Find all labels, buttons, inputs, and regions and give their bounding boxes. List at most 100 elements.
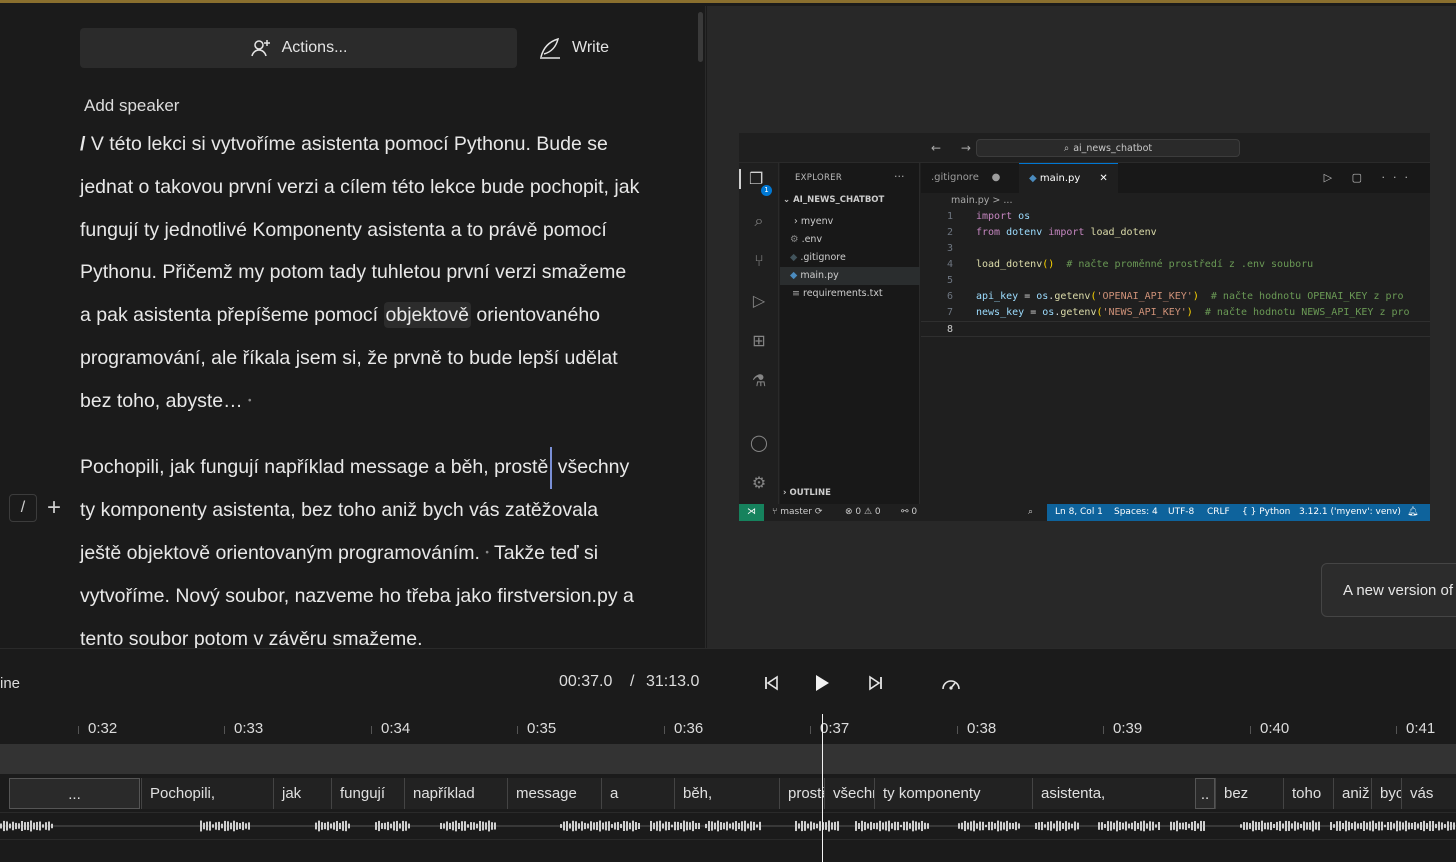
word-block[interactable]: ... — [9, 778, 140, 809]
word-block[interactable]: bez — [1215, 778, 1283, 809]
waveform-bar — [665, 821, 667, 831]
line-endings[interactable]: CRLF — [1207, 504, 1230, 521]
waveform-bar — [623, 820, 625, 832]
waveform-bar — [1414, 821, 1416, 831]
waveform-bar — [1200, 820, 1202, 832]
breadcrumb[interactable]: main.py > ... — [921, 193, 1430, 209]
insert-plus-button[interactable]: + — [42, 494, 66, 522]
encoding[interactable]: UTF-8 — [1168, 504, 1194, 521]
transcript-paragraph-1[interactable]: / V této lekci si vytvoříme asistenta po… — [80, 123, 640, 423]
word-block[interactable]: jak — [273, 778, 331, 809]
ports-status[interactable]: ⚯ 0 — [901, 504, 917, 521]
word-block[interactable]: Pochopili, — [141, 778, 273, 809]
waveform-bar — [1261, 820, 1263, 832]
write-button[interactable]: Write — [538, 28, 609, 68]
word-block[interactable]: message — [507, 778, 601, 809]
word-track[interactable]: ... Pochopili, jak fungují například message a… — [0, 778, 1456, 810]
tree-item-main-py[interactable]: ◆ main.py — [780, 267, 920, 285]
source-control-icon[interactable]: ⑂ — [749, 251, 769, 271]
python-interpreter[interactable]: 3.12.1 ('myenv': venv) — [1299, 504, 1401, 521]
waveform — [0, 820, 1456, 832]
highlighted-word[interactable]: objektově — [383, 302, 471, 329]
workspace-folder[interactable]: ⌄ AI_NEWS_CHATBOT — [783, 195, 884, 205]
outline-section[interactable]: › OUTLINE — [783, 488, 831, 498]
tree-item-requirements[interactable]: ≡ requirements.txt — [780, 285, 920, 303]
git-file-icon: ◆ — [790, 252, 798, 263]
tree-item-env[interactable]: ⚙ .env — [780, 231, 920, 249]
word-block[interactable]: fungují — [331, 778, 404, 809]
word-block[interactable]: všechny — [824, 778, 874, 809]
word-block[interactable]: ty komponenty — [874, 778, 1032, 809]
modified-dot-icon: ● — [991, 172, 1001, 183]
waveform-bar — [21, 821, 23, 831]
waveform-bar — [795, 820, 797, 832]
waveform-bar — [6, 821, 8, 831]
branch-status[interactable]: ⑂ master ⟳ — [772, 504, 822, 521]
slash-command-button[interactable]: / — [9, 494, 37, 522]
playhead[interactable] — [822, 714, 823, 862]
testing-icon[interactable]: ⚗ — [749, 371, 769, 391]
waveform-bar — [324, 822, 326, 830]
problems-status[interactable]: ⊗ 0 ⚠ 0 — [845, 504, 881, 521]
ruler-tick: 0:35 — [516, 720, 557, 737]
bell-icon[interactable]: 🔔︎ — [1407, 504, 1418, 521]
account-icon[interactable]: ◯ — [749, 433, 769, 453]
tab-main-py[interactable]: ◆ main.py ✕ — [1019, 163, 1118, 193]
word-block[interactable]: prostě — [779, 778, 824, 809]
files-icon[interactable]: ❐ — [739, 169, 779, 189]
waveform-bar — [1125, 821, 1127, 831]
tree-item-myenv[interactable]: › myenv — [780, 213, 920, 231]
waveform-bar — [1182, 822, 1184, 830]
search-icon[interactable]: ⌕ — [749, 211, 769, 231]
timeline-track[interactable] — [0, 744, 1456, 774]
run-debug-icon[interactable]: ▷ — [749, 291, 769, 311]
waveform-bar — [1441, 822, 1443, 830]
editor-actions[interactable]: ▷ ▢ ··· — [1324, 171, 1416, 184]
word-block[interactable]: bych — [1371, 778, 1401, 809]
waveform-bar — [200, 820, 202, 832]
nav-arrows[interactable]: ← → — [931, 141, 979, 155]
word-block[interactable]: .. — [1195, 778, 1215, 809]
waveform-bar — [1101, 822, 1103, 830]
add-speaker-button[interactable]: Add speaker — [84, 96, 179, 116]
actions-button[interactable]: Actions... — [80, 28, 517, 68]
remote-icon[interactable]: ⋊ — [739, 504, 764, 521]
word-block[interactable]: vás — [1401, 778, 1456, 809]
playback-speed-button[interactable] — [937, 669, 965, 697]
more-actions-icon[interactable]: ··· — [894, 170, 905, 183]
waveform-bar — [48, 821, 50, 831]
extensions-icon[interactable]: ⊞ — [749, 331, 769, 351]
word-block[interactable]: a — [601, 778, 674, 809]
language-mode[interactable]: { } Python — [1242, 504, 1290, 521]
waveform-bar — [611, 824, 613, 828]
update-toast[interactable]: A new version of — [1321, 563, 1456, 617]
tab-gitignore[interactable]: .gitignore ● — [921, 163, 1010, 193]
word-block[interactable]: toho — [1283, 778, 1333, 809]
word-block[interactable]: asistenta, — [1032, 778, 1195, 809]
waveform-bar — [1393, 823, 1395, 829]
close-icon[interactable]: ✕ — [1099, 173, 1107, 184]
skip-back-button[interactable] — [757, 669, 785, 697]
waveform-bar — [801, 820, 803, 832]
ruler-tick: 0:38 — [956, 720, 997, 737]
zoom-icon[interactable]: ⌕ — [1028, 504, 1033, 521]
transcript-paragraph-2[interactable]: Pochopili, jak fungují například message… — [80, 446, 640, 648]
waveform-bar — [1276, 821, 1278, 831]
waveform-bar — [584, 822, 586, 830]
skip-forward-button[interactable] — [862, 669, 890, 697]
timeline-ruler[interactable]: 0:32 0:33 0:34 0:35 0:36 0:37 0:38 0:39 0:40 0:41 — [0, 714, 1456, 744]
cursor-position[interactable]: Ln 8, Col 1 — [1055, 504, 1103, 521]
settings-gear-icon[interactable]: ⚙ — [749, 473, 769, 493]
waveform-bar — [1264, 822, 1266, 830]
tree-item-gitignore[interactable]: ◆ .gitignore — [780, 249, 920, 267]
word-block[interactable]: běh, — [674, 778, 779, 809]
play-button[interactable] — [808, 669, 836, 697]
code-editor[interactable]: 1 import os 2 from dotenv import load_dote… — [921, 209, 1430, 504]
transcript-scrollbar[interactable] — [698, 12, 703, 62]
command-center-search[interactable]: ⌕ ai_news_chatbot — [976, 139, 1240, 157]
word-block[interactable]: aniž — [1333, 778, 1371, 809]
waveform-track[interactable] — [0, 812, 1456, 840]
waveform-bar — [668, 821, 670, 831]
word-block[interactable]: například — [404, 778, 507, 809]
indentation[interactable]: Spaces: 4 — [1114, 504, 1158, 521]
